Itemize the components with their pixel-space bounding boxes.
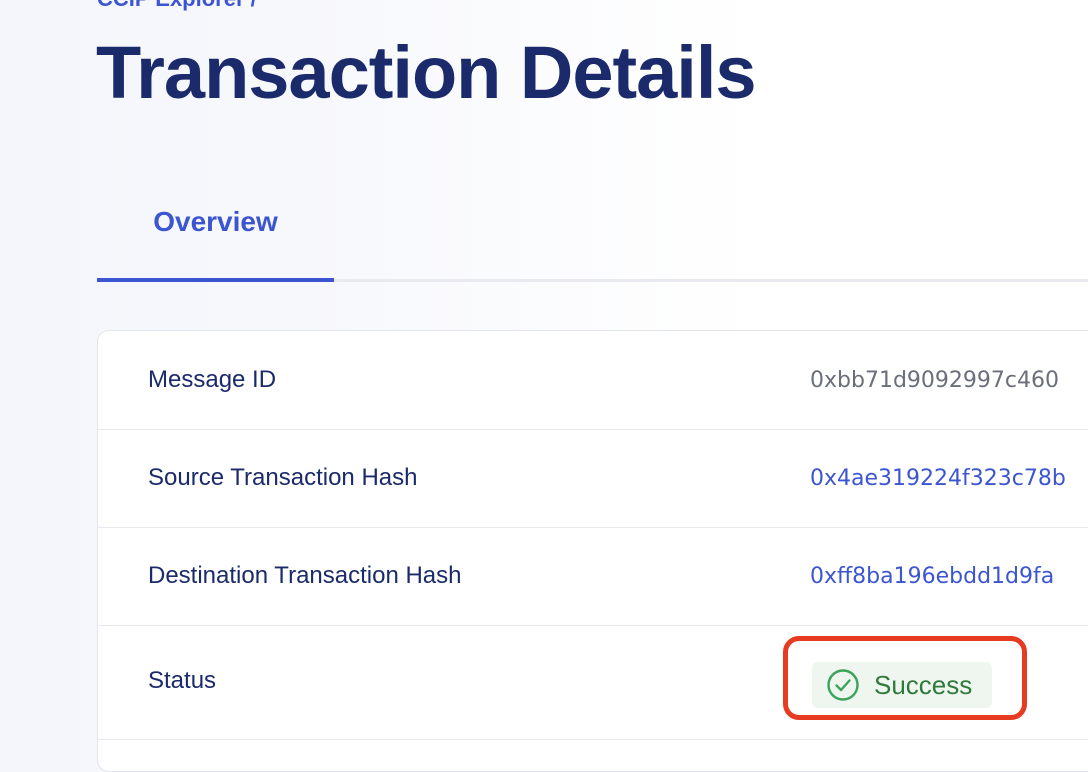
- page-title: Transaction Details: [96, 31, 757, 114]
- tab-overview-label: Overview: [153, 206, 278, 237]
- check-circle-icon: [827, 669, 859, 701]
- destination-transaction-hash-label: Destination Transaction Hash: [148, 562, 462, 589]
- row-destination-transaction-hash: Destination Transaction Hash 0xff8ba196e…: [98, 527, 1088, 626]
- destination-transaction-hash-link[interactable]: 0xff8ba196ebdd1d9fa: [810, 564, 1054, 589]
- source-transaction-hash-link[interactable]: 0x4ae319224f323c78b: [810, 466, 1066, 491]
- tab-overview[interactable]: Overview: [97, 188, 334, 282]
- breadcrumb[interactable]: CCIP Explorer /: [97, 0, 257, 12]
- row-source-transaction-hash: Source Transaction Hash 0x4ae319224f323c…: [98, 429, 1088, 528]
- status-badge: Success: [812, 662, 992, 708]
- tab-active-indicator: [97, 278, 334, 282]
- transaction-details-card: Message ID 0xbb71d9092997c460 Source Tra…: [97, 330, 1088, 772]
- row-message-id: Message ID 0xbb71d9092997c460: [98, 331, 1088, 430]
- source-transaction-hash-label: Source Transaction Hash: [148, 464, 418, 491]
- status-label: Status: [148, 667, 217, 694]
- message-id-value: 0xbb71d9092997c460: [810, 368, 1059, 393]
- tab-bar: Overview: [97, 188, 1088, 282]
- status-badge-text: Success: [874, 669, 973, 700]
- message-id-label: Message ID: [148, 366, 277, 393]
